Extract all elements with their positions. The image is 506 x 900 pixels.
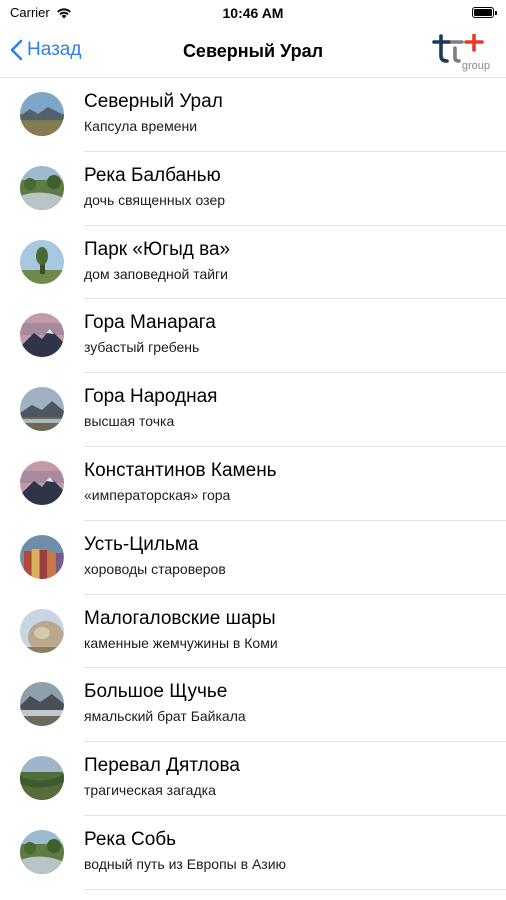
places-list: Северный Урал Капсула времени Река Балбань… bbox=[0, 78, 506, 890]
list-item-title: Перевал Дятлова bbox=[84, 755, 240, 777]
mountain-thumbnail bbox=[20, 313, 64, 358]
list-item[interactable]: Река Балбанью дочь священных озер bbox=[0, 152, 506, 226]
lake-thumbnail bbox=[20, 682, 64, 727]
list-item-subtitle: каменные жемчужины в Коми bbox=[84, 634, 278, 651]
list-item-subtitle: трагическая загадка bbox=[84, 782, 216, 799]
mountain-thumbnail bbox=[20, 460, 64, 505]
list-item-texts: Северный Урал Капсула времени bbox=[84, 91, 223, 135]
list-divider bbox=[84, 888, 506, 890]
list-item[interactable]: Река Собь водный путь из Европы в Азию bbox=[0, 816, 506, 890]
battery-level bbox=[474, 9, 492, 16]
valley-thumbnail bbox=[20, 756, 64, 801]
list-item-texts: Константинов Камень «императорская» гора bbox=[84, 460, 277, 504]
landscape-thumbnail bbox=[20, 92, 64, 136]
list-item-subtitle: высшая точка bbox=[84, 413, 175, 430]
list-item-subtitle: хороводы староверов bbox=[84, 560, 226, 577]
list-item-title: Усть-Цильма bbox=[84, 533, 199, 555]
list-item-title: Парк «Югыд ва» bbox=[84, 238, 231, 260]
list-item[interactable]: Константинов Камень «императорская» гора bbox=[0, 447, 506, 521]
list-item-texts: Усть-Цильма хороводы староверов bbox=[84, 534, 226, 578]
list-item-subtitle: ямальский брат Байкала bbox=[84, 708, 246, 725]
tree-thumbnail bbox=[20, 239, 64, 284]
list-item-subtitle: зубастый гребень bbox=[84, 339, 200, 356]
list-item[interactable]: Большое Щучье ямальский брат Байкала bbox=[0, 668, 506, 743]
list-item-subtitle: водный путь из Европы в Азию bbox=[84, 855, 287, 872]
list-item-subtitle: дом заповедной тайги bbox=[84, 265, 228, 282]
list-item[interactable]: Парк «Югыд ва» дом заповедной тайги bbox=[0, 226, 506, 300]
list-item-title: Река Собь bbox=[84, 828, 177, 850]
list-item-title: Большое Щучье bbox=[84, 681, 228, 703]
stone-ball-thumbnail bbox=[20, 608, 64, 653]
mountain-lake-thumbnail bbox=[20, 387, 64, 432]
list-item-texts: Перевал Дятлова трагическая загадка bbox=[84, 755, 240, 799]
list-item-texts: Малогаловские шары каменные жемчужины в К… bbox=[84, 608, 278, 652]
list-item[interactable]: Северный Урал Капсула времени bbox=[0, 78, 506, 152]
list-item-texts: Река Собь водный путь из Европы в Азию bbox=[84, 829, 286, 873]
river-thumbnail bbox=[20, 829, 64, 874]
list-item-texts: Большое Щучье ямальский брат Байкала bbox=[84, 681, 246, 725]
list-item[interactable]: Гора Народная высшая точка bbox=[0, 373, 506, 447]
logo-group-text: group bbox=[461, 60, 490, 72]
status-time: 10:46 AM bbox=[222, 5, 284, 21]
t-plus-group-logo: group bbox=[428, 34, 492, 72]
list-item-texts: Парк «Югыд ва» дом заповедной тайги bbox=[84, 239, 230, 283]
river-thumbnail bbox=[20, 165, 64, 210]
list-item-title: Гора Манарага bbox=[84, 312, 216, 334]
status-bar: Carrier 10:46 AM bbox=[0, 0, 506, 28]
battery-icon bbox=[472, 7, 497, 18]
list-item-texts: Река Балбанью дочь священных озер bbox=[84, 165, 225, 209]
people-thumbnail bbox=[20, 534, 64, 579]
list-item-title: Река Балбанью bbox=[84, 164, 221, 186]
list-item[interactable]: Перевал Дятлова трагическая загадка bbox=[0, 742, 506, 816]
list-item-subtitle: «императорская» гора bbox=[84, 486, 231, 503]
list-item-title: Константинов Камень bbox=[84, 459, 277, 481]
list-item-subtitle: Капсула времени bbox=[84, 118, 198, 134]
list-item[interactable]: Усть-Цильма хороводы староверов bbox=[0, 521, 506, 595]
list-item-title: Гора Народная bbox=[84, 386, 218, 408]
list-item-texts: Гора Народная высшая точка bbox=[84, 386, 217, 430]
list-item-subtitle: дочь священных озер bbox=[84, 191, 226, 208]
list-item-title: Малогаловские шары bbox=[84, 607, 276, 629]
navigation-bar: Назад Северный Урал group bbox=[0, 28, 506, 78]
list-item[interactable]: Малогаловские шары каменные жемчужины в К… bbox=[0, 595, 506, 669]
list-item[interactable]: Гора Манарага зубастый гребень bbox=[0, 299, 506, 374]
list-item-title: Северный Урал bbox=[84, 91, 223, 112]
list-item-texts: Гора Манарага зубастый гребень bbox=[84, 312, 216, 356]
